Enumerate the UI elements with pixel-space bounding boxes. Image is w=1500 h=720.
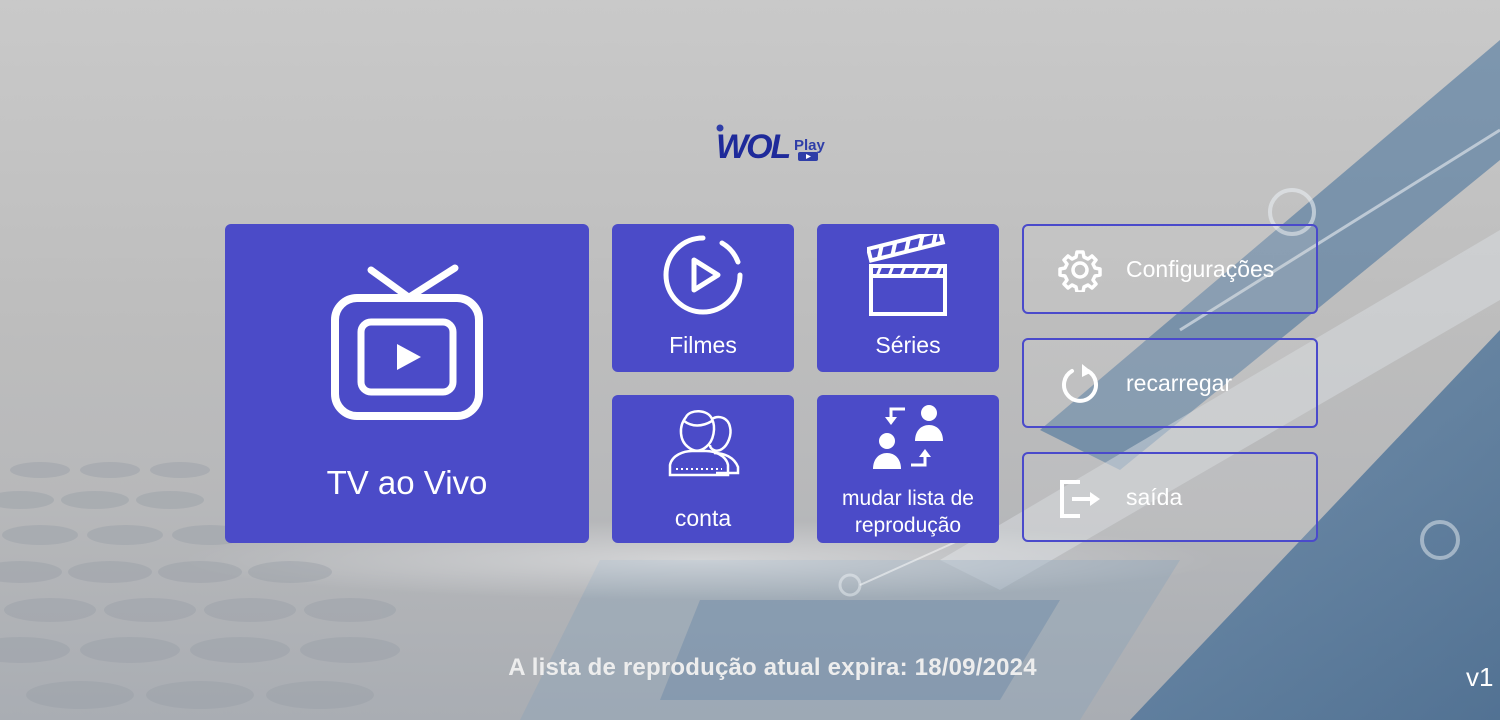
account-tile[interactable]: conta: [612, 395, 794, 543]
series-label: Séries: [875, 332, 941, 358]
exit-icon: [1060, 480, 1100, 518]
settings-button[interactable]: Configurações: [1022, 224, 1318, 314]
reload-label: recarregar: [1126, 370, 1233, 396]
version-label: v1: [1466, 662, 1494, 692]
movies-tile[interactable]: Filmes: [612, 224, 794, 372]
live-tv-label: TV ao Vivo: [326, 464, 488, 501]
settings-label: Configurações: [1126, 256, 1275, 282]
change-playlist-line1: mudar lista de: [842, 487, 974, 510]
movies-label: Filmes: [669, 332, 737, 358]
change-playlist-line2: reprodução: [854, 514, 962, 537]
gear-icon: [1058, 250, 1102, 292]
playlist-expiry-text: A lista de reprodução atual expira: 18/0…: [508, 654, 1037, 681]
exit-button[interactable]: saída: [1022, 452, 1318, 542]
logo-subtitle: Play: [794, 137, 826, 154]
live-tv-tile[interactable]: TV ao Vivo: [225, 224, 589, 543]
account-label: conta: [674, 505, 732, 531]
exit-label: saída: [1126, 484, 1183, 510]
switch-users-icon: [873, 405, 943, 469]
clapperboard-icon: [867, 234, 947, 316]
app-logo: WOL Play: [714, 118, 830, 166]
tv-play-icon: [331, 264, 483, 420]
change-playlist-tile[interactable]: mudar lista de reprodução: [817, 395, 999, 543]
reload-button[interactable]: recarregar: [1022, 338, 1318, 428]
users-icon: [668, 410, 740, 477]
reload-icon: [1062, 364, 1098, 403]
change-playlist-label: mudar lista de reprodução: [817, 485, 999, 539]
logo-wordmark: WOL: [716, 128, 790, 166]
series-tile[interactable]: Séries: [817, 224, 999, 372]
play-circle-icon: [663, 235, 743, 315]
